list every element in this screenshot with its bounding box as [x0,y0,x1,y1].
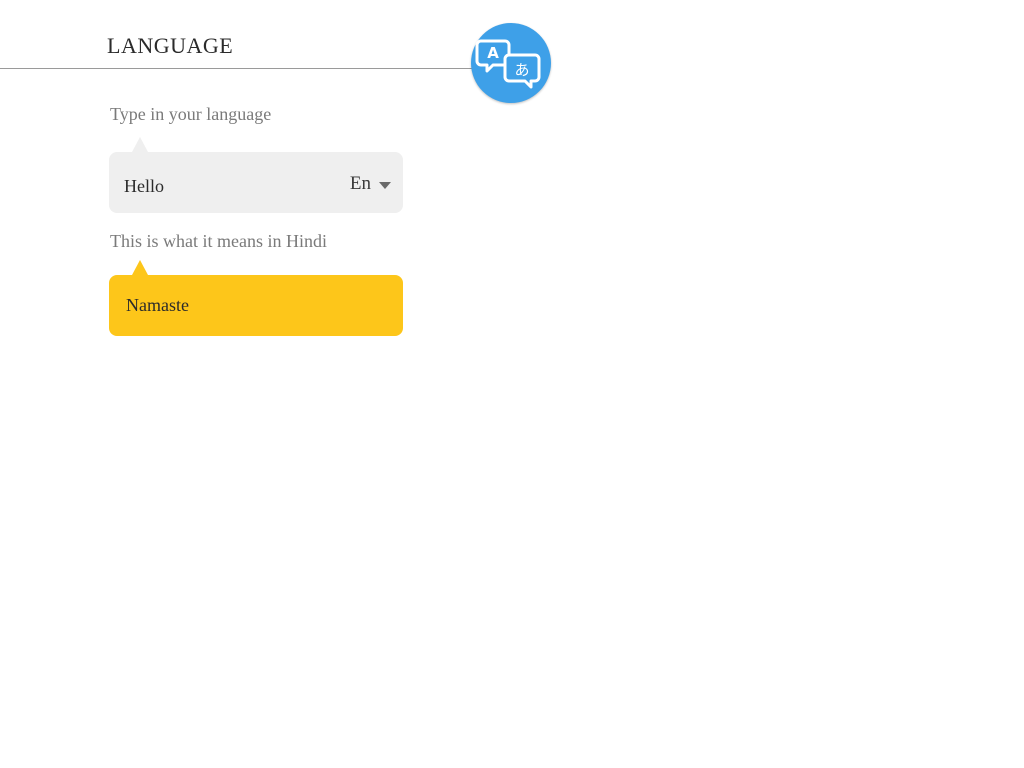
target-label: This is what it means in Hindi [110,231,327,251]
source-language-dropdown[interactable]: En [350,173,391,195]
translate-icon: A あ [471,23,551,103]
input-bubble-pointer [132,137,148,152]
page-title: LANGUAGE [107,33,234,58]
source-text-input[interactable]: Hello [124,176,324,197]
logo-latin-glyph: A [487,44,499,62]
page: LANGUAGE A あ Type in your language Hello… [0,0,1024,768]
translated-text: Namaste [126,295,189,315]
source-language-code: En [349,173,371,194]
output-bubble-pointer [132,260,148,275]
input-bubble: Hello En [109,152,403,213]
logo-japanese-glyph: あ [514,61,529,79]
output-bubble: Namaste [109,275,403,336]
chevron-down-icon [379,181,391,189]
source-label: Type in your language [110,104,272,124]
header-divider [0,68,482,69]
